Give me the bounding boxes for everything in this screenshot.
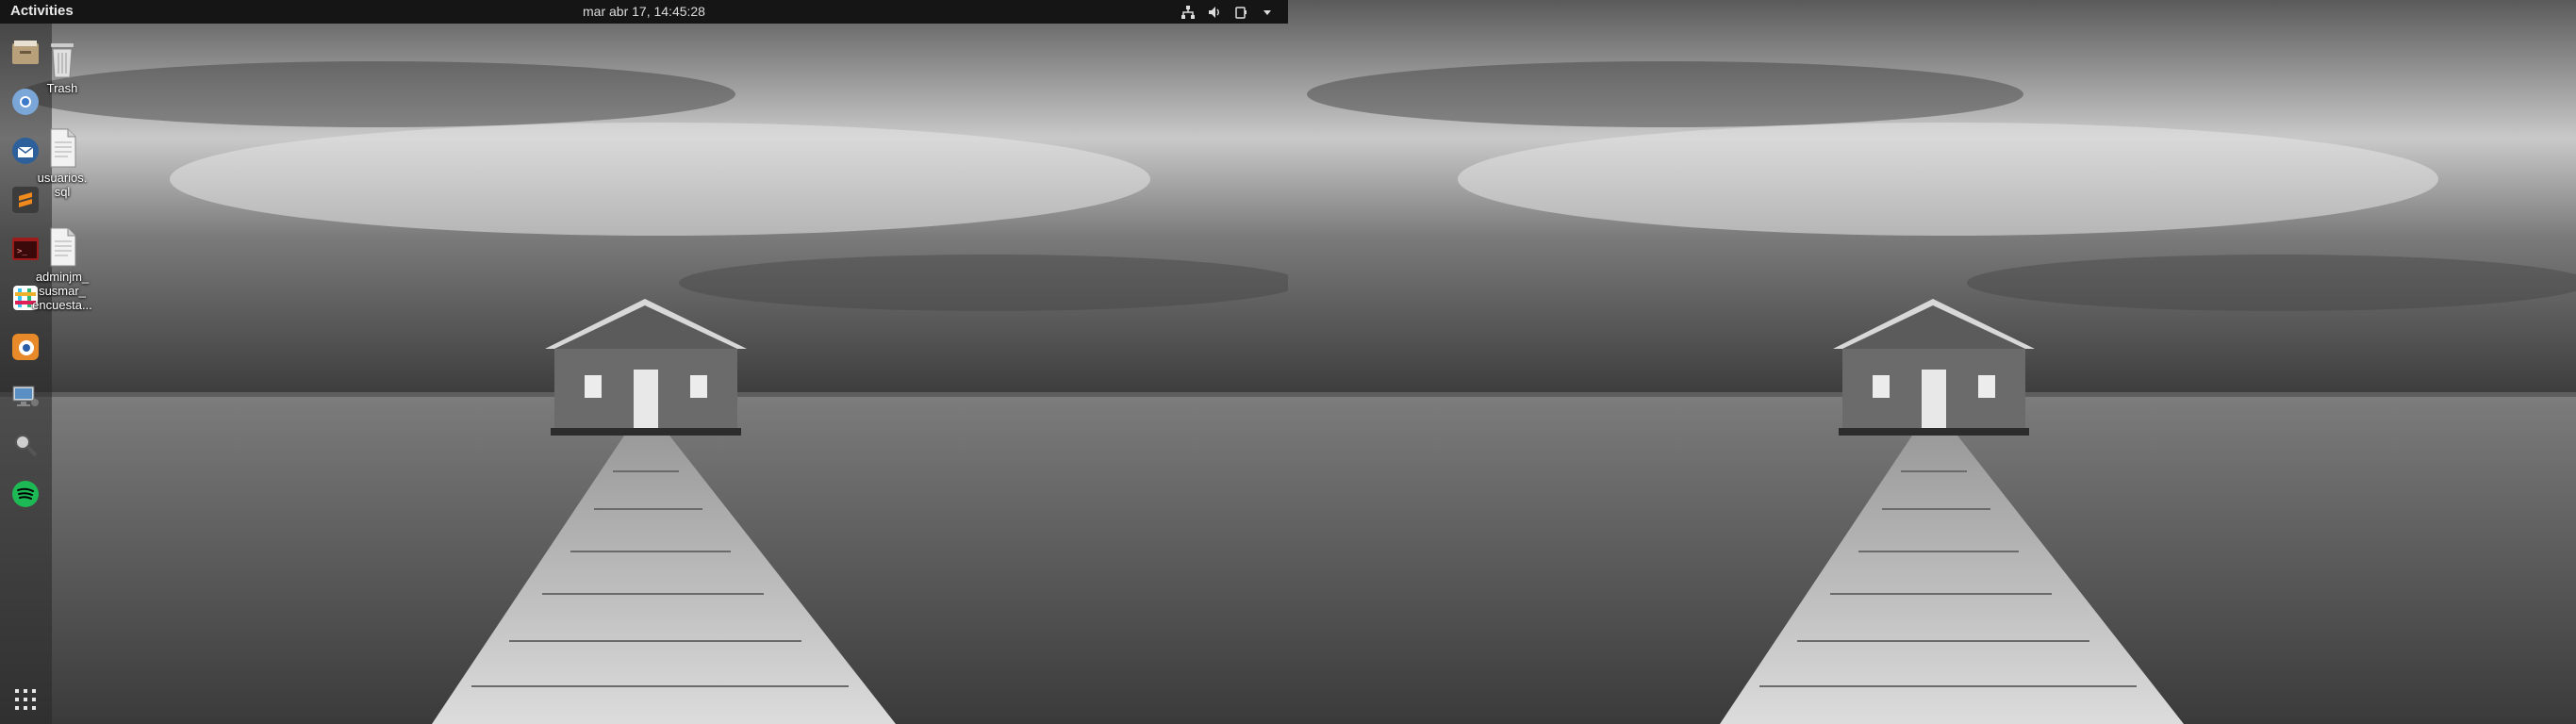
desktop-icon-label: usuarios. sql	[37, 171, 88, 199]
trash-icon	[51, 43, 74, 78]
desktop-icon-trash[interactable]: Trash	[24, 38, 101, 95]
apps-grid-icon[interactable]	[12, 686, 39, 713]
desktop-icon-usuarios-sql[interactable]: usuarios. sql	[24, 127, 101, 199]
spotify-icon[interactable]	[8, 476, 43, 512]
blender-icon[interactable]	[8, 329, 43, 365]
desktop-icon-label: Trash	[46, 81, 78, 95]
network-icon[interactable]	[1181, 5, 1196, 20]
clock: mar abr 17, 14:45:28	[0, 4, 1288, 19]
clock-button[interactable]: mar abr 17, 14:45:28	[583, 4, 705, 19]
desktop-icon-adminjm[interactable]: adminjm_ susmar_ encuesta...	[24, 226, 101, 312]
top-bar: Activities mar abr 17, 14:45:28	[0, 0, 1288, 24]
wallpaper-left	[0, 0, 1288, 724]
remote-desktop-icon[interactable]	[8, 378, 43, 414]
volume-icon[interactable]	[1207, 5, 1222, 20]
document-icon	[50, 128, 76, 168]
activities-button[interactable]: Activities	[10, 3, 74, 19]
boathouse-wallpaper-secondary	[1288, 0, 2576, 724]
boathouse-wallpaper	[0, 0, 1288, 724]
system-tray	[1181, 4, 1275, 21]
document-icon	[50, 227, 76, 267]
wallpaper-right	[1288, 0, 2576, 724]
chevron-down-icon[interactable]	[1260, 5, 1275, 20]
search-tool-icon[interactable]	[8, 427, 43, 463]
power-icon[interactable]	[1233, 5, 1248, 20]
desktop-icon-label: adminjm_ susmar_ encuesta...	[32, 270, 92, 312]
